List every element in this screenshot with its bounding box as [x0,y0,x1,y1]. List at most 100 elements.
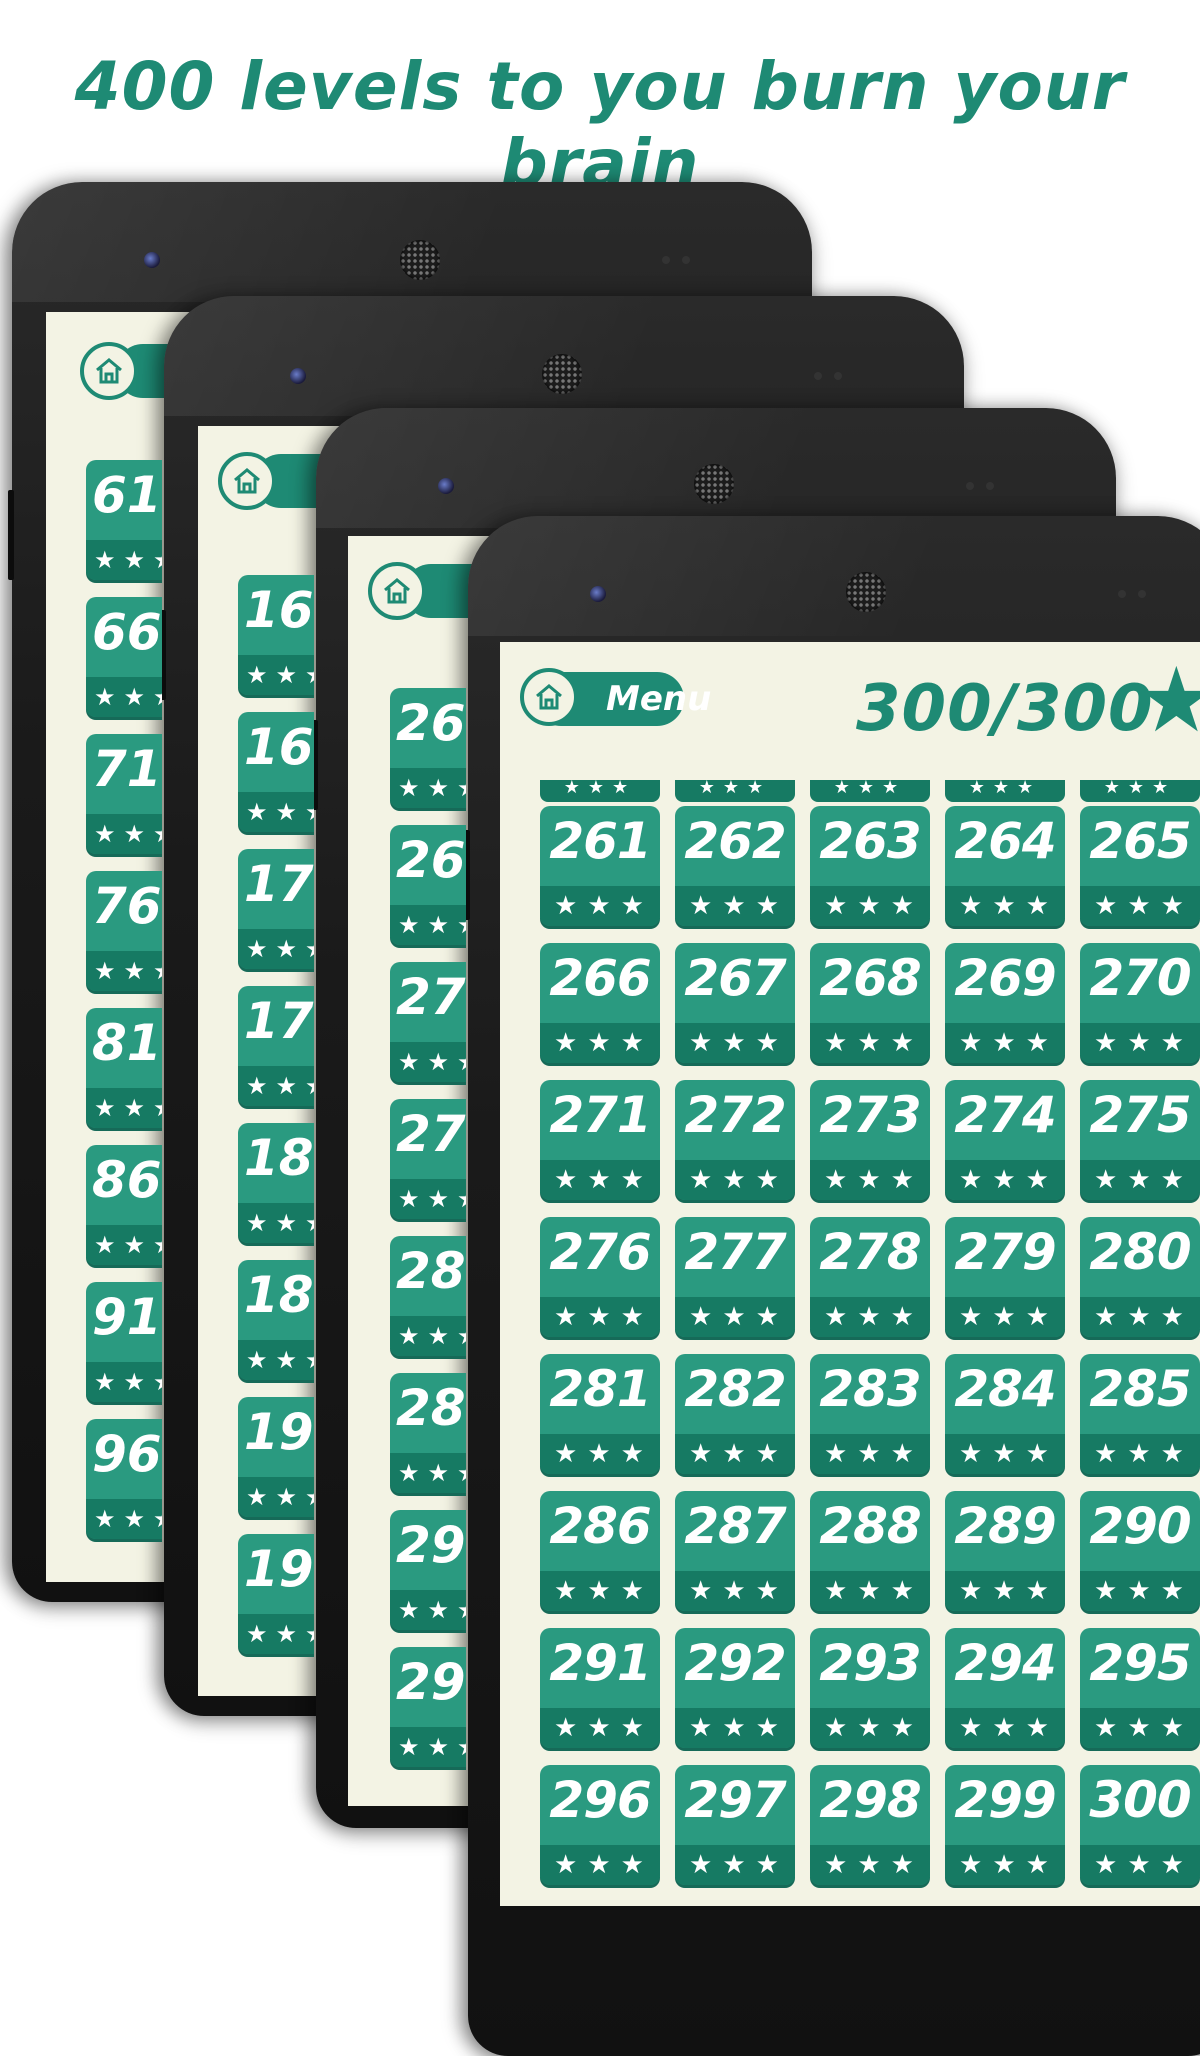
level-tile[interactable]: 263 ★★★ [810,806,930,926]
level-tile[interactable]: 262 ★★★ [675,806,795,926]
level-tile[interactable]: 271 ★★★ [540,1080,660,1200]
level-tile-partial[interactable]: ★★★ [810,780,930,802]
level-tile[interactable]: 278 ★★★ [810,1217,930,1337]
level-tile-partial[interactable]: 91 ★★★ [86,1282,162,1402]
level-tile-partial[interactable]: ★★★ [1080,780,1200,802]
level-tile[interactable]: 295 ★★★ [1080,1628,1200,1748]
level-tile[interactable]: 261 ★★★ [540,806,660,926]
level-tile[interactable]: 265 ★★★ [1080,806,1200,926]
level-tile[interactable]: 266 ★★★ [540,943,660,1063]
level-stars: ★★★ [1080,1845,1200,1885]
level-tile-partial[interactable]: 27 ★★★ [390,962,466,1082]
level-tile[interactable]: 268 ★★★ [810,943,930,1063]
home-icon [384,578,410,604]
level-tile-partial[interactable]: 81 ★★★ [86,1008,162,1128]
level-tile[interactable]: 291 ★★★ [540,1628,660,1748]
level-tile-partial[interactable]: 16 ★★★ [238,712,314,832]
level-tile-partial[interactable]: 17 ★★★ [238,849,314,969]
level-tile-partial[interactable]: 16 ★★★ [238,575,314,695]
level-tile-partial[interactable]: ★★★ [540,780,660,802]
level-number: 26 [396,694,466,752]
level-tile-partial[interactable]: 61 ★★★ [86,460,162,580]
level-tile-partial[interactable]: ★★★ [945,780,1065,802]
level-stars: ★★★ [1080,1571,1200,1611]
level-tile[interactable]: 264 ★★★ [945,806,1065,926]
level-tile-partial[interactable]: 28 ★★★ [390,1236,466,1356]
level-tile[interactable]: 279 ★★★ [945,1217,1065,1337]
level-tile[interactable]: 298 ★★★ [810,1765,930,1885]
level-tile[interactable]: 287 ★★★ [675,1491,795,1611]
sensor-icon [682,256,690,264]
level-tile[interactable]: 299 ★★★ [945,1765,1065,1885]
level-tile-partial[interactable]: 66 ★★★ [86,597,162,717]
level-tile-partial[interactable]: 28 ★★★ [390,1373,466,1493]
level-stars: ★★★ [540,1708,660,1748]
level-tile[interactable]: 290 ★★★ [1080,1491,1200,1611]
home-button[interactable] [218,452,276,510]
level-tile[interactable]: 294 ★★★ [945,1628,1065,1748]
level-tile[interactable]: 270 ★★★ [1080,943,1200,1063]
level-stars: ★★★ [390,1590,466,1630]
level-number: 280 [1089,1223,1191,1281]
speaker-icon [400,240,440,280]
level-tile[interactable]: 297 ★★★ [675,1765,795,1885]
level-number: 300 [1089,1771,1191,1829]
level-tile[interactable]: 282 ★★★ [675,1354,795,1474]
level-stars: ★★★ [1080,1160,1200,1200]
level-number: 19 [244,1403,314,1461]
level-tile[interactable]: 274 ★★★ [945,1080,1065,1200]
level-tile[interactable]: 280 ★★★ [1080,1217,1200,1337]
level-tile-partial[interactable]: 76 ★★★ [86,871,162,991]
level-number: 290 [1089,1497,1191,1555]
level-number: 16 [244,718,314,776]
level-tile[interactable]: 288 ★★★ [810,1491,930,1611]
level-tile[interactable]: 276 ★★★ [540,1217,660,1337]
level-tile-partial[interactable]: 26 ★★★ [390,688,466,808]
level-stars: ★★★ [86,1225,162,1265]
level-number: 284 [954,1360,1056,1418]
level-stars: ★★★ [540,1297,660,1337]
level-tile[interactable]: 286 ★★★ [540,1491,660,1611]
level-tile-partial[interactable]: 18 ★★★ [238,1123,314,1243]
level-tile-partial[interactable]: 71 ★★★ [86,734,162,854]
level-tile-partial[interactable]: 18 ★★★ [238,1260,314,1380]
level-stars: ★★★ [86,1499,162,1539]
level-tile-partial[interactable]: 19 ★★★ [238,1397,314,1517]
level-tile-partial[interactable]: ★★★ [675,780,795,802]
level-tile[interactable]: 300 ★★★ [1080,1765,1200,1885]
level-tile-partial[interactable]: 29 ★★★ [390,1510,466,1630]
home-button[interactable] [520,668,578,726]
level-tile[interactable]: 273 ★★★ [810,1080,930,1200]
level-tile-partial[interactable]: 26 ★★★ [390,825,466,945]
level-tile[interactable]: 269 ★★★ [945,943,1065,1063]
level-tile-partial[interactable]: 27 ★★★ [390,1099,466,1219]
level-tile-partial[interactable]: 29 ★★★ [390,1647,466,1767]
level-stars: ★★★ [238,1066,314,1106]
level-stars: ★★★ [945,1708,1065,1748]
home-button[interactable] [80,342,138,400]
level-tile[interactable]: 285 ★★★ [1080,1354,1200,1474]
level-tile[interactable]: 267 ★★★ [675,943,795,1063]
level-tile-partial[interactable]: 17 ★★★ [238,986,314,1106]
level-tile[interactable]: 283 ★★★ [810,1354,930,1474]
level-tile[interactable]: 289 ★★★ [945,1491,1065,1611]
level-tile[interactable]: 292 ★★★ [675,1628,795,1748]
level-stars: ★★★ [390,1042,466,1082]
level-tile-partial[interactable]: 96 ★★★ [86,1419,162,1539]
level-tile-partial[interactable]: 86 ★★★ [86,1145,162,1265]
level-stars: ★★★ [86,1362,162,1402]
level-tile[interactable]: 296 ★★★ [540,1765,660,1885]
home-button[interactable] [368,562,426,620]
level-tile[interactable]: 293 ★★★ [810,1628,930,1748]
level-tile-partial[interactable]: 19 ★★★ [238,1534,314,1654]
level-tile[interactable]: 281 ★★★ [540,1354,660,1474]
level-stars: ★★★ [238,1340,314,1380]
level-number: 265 [1089,812,1191,870]
level-tile[interactable]: 277 ★★★ [675,1217,795,1337]
level-tile[interactable]: 284 ★★★ [945,1354,1065,1474]
level-stars: ★★★ [675,886,795,926]
camera-icon [438,478,454,494]
level-number: 267 [684,949,786,1007]
level-tile[interactable]: 272 ★★★ [675,1080,795,1200]
level-tile[interactable]: 275 ★★★ [1080,1080,1200,1200]
